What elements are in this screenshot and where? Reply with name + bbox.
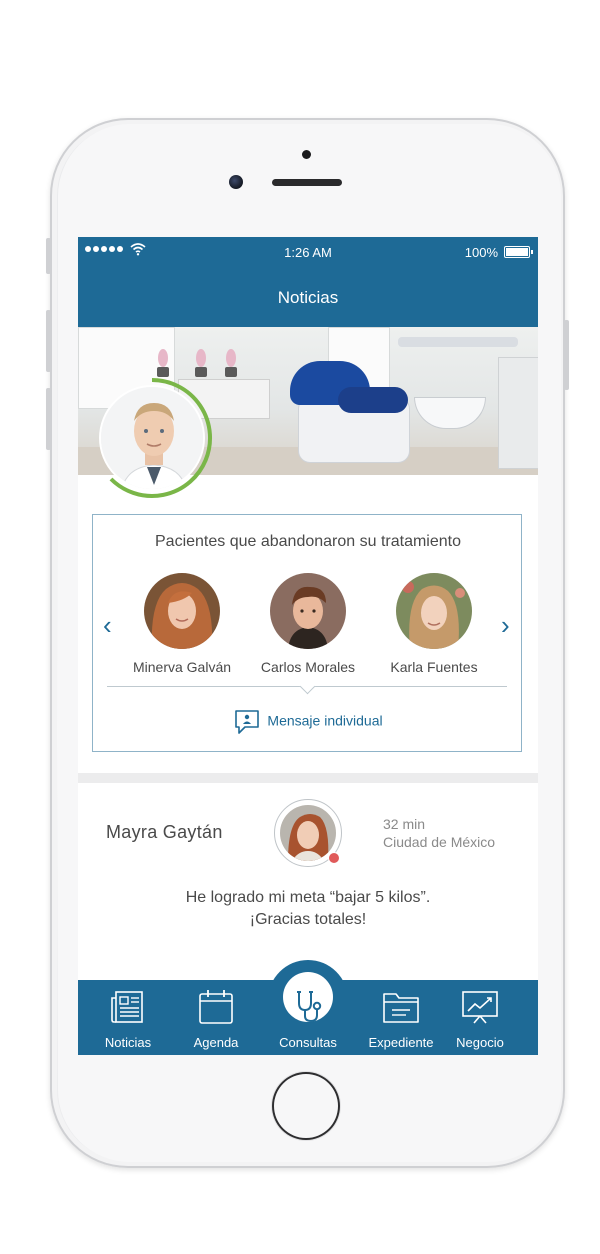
pot	[157, 367, 169, 377]
post-location: Ciudad de México	[383, 834, 496, 850]
post-meta: 32 min Ciudad de México	[383, 815, 495, 851]
tab-label: Negocio	[456, 1035, 504, 1050]
tab-label: Expediente	[368, 1035, 434, 1050]
power-button	[564, 320, 569, 390]
patient-name: Karla Fuentes	[390, 659, 478, 675]
pot	[225, 367, 237, 377]
tab-noticias[interactable]: Noticias	[88, 987, 168, 1050]
dropped-patients-card: Pacientes que abandonaron su tratamiento…	[92, 514, 522, 752]
front-sensor	[302, 150, 311, 159]
chevron-right-icon[interactable]: ›	[501, 612, 510, 638]
orchid	[226, 349, 236, 367]
patient-avatar	[396, 573, 472, 649]
spittoon-basin	[414, 397, 486, 429]
pot	[195, 367, 207, 377]
tab-expediente[interactable]: Expediente	[361, 987, 441, 1050]
stethoscope-icon	[297, 991, 322, 1023]
post-author-photo	[280, 805, 336, 861]
earpiece-speaker	[272, 179, 342, 186]
orchid	[158, 349, 168, 367]
tab-agenda[interactable]: Agenda	[176, 987, 256, 1050]
patient-name: Carlos Morales	[260, 659, 356, 675]
patient-item[interactable]: Minerva Galván	[117, 573, 247, 675]
patient-avatar	[270, 573, 346, 649]
post-text-line: He logrado mi meta “bajar 5 kilos”.	[185, 889, 431, 906]
chart-icon	[462, 991, 498, 1024]
post-author[interactable]: Mayra Gaytán	[106, 822, 223, 843]
tab-label: Noticias	[104, 1035, 152, 1050]
post-time: 32 min	[383, 816, 426, 832]
page-title: Noticias	[277, 288, 339, 307]
tab-consultas[interactable]: Consultas	[268, 987, 348, 1050]
patient-item[interactable]: Karla Fuentes	[369, 573, 499, 675]
section-separator	[78, 773, 538, 783]
folder-icon	[383, 993, 419, 1023]
divider-notch	[299, 678, 316, 695]
volume-up-button	[46, 310, 51, 372]
doctor-avatar[interactable]	[91, 377, 213, 499]
calendar-icon	[199, 990, 233, 1024]
individual-message-button[interactable]: Mensaje individual	[93, 708, 523, 736]
home-button[interactable]	[272, 1072, 340, 1140]
progress-ring	[109, 378, 212, 498]
post-text-line: ¡Gracias totales!	[249, 911, 367, 928]
app-screen: 1:26 AM 100% Noticias Pacientes que aban…	[78, 237, 538, 1055]
chevron-left-icon[interactable]: ‹	[103, 612, 112, 638]
front-camera	[229, 175, 243, 189]
card-heading: Pacientes que abandonaron su tratamiento	[155, 533, 461, 550]
patient-item[interactable]: Carlos Morales	[243, 573, 373, 675]
message-label: Mensaje individual	[267, 712, 383, 729]
tab-label: Consultas	[279, 1035, 337, 1050]
patient-avatar	[144, 573, 220, 649]
nav-bar: Noticias	[78, 267, 538, 327]
status-bar: 1:26 AM 100%	[78, 237, 538, 267]
equipment-cabinet	[498, 357, 538, 469]
orchid	[196, 349, 206, 367]
battery-icon	[504, 246, 533, 258]
mute-switch	[46, 238, 51, 274]
chat-user-icon	[235, 710, 260, 734]
dental-chair-arm	[338, 387, 408, 413]
tab-label: Agenda	[193, 1035, 239, 1050]
newspaper-icon	[111, 991, 143, 1023]
dental-lamp	[398, 337, 518, 347]
tab-negocio[interactable]: Negocio	[440, 987, 520, 1050]
volume-down-button	[46, 388, 51, 450]
battery-percentage: 100%	[464, 245, 498, 260]
online-status-dot	[328, 852, 340, 864]
post-avatar[interactable]	[274, 799, 342, 867]
patient-name: Minerva Galván	[132, 659, 232, 675]
post-text: He logrado mi meta “bajar 5 kilos”. ¡Gra…	[78, 887, 538, 931]
